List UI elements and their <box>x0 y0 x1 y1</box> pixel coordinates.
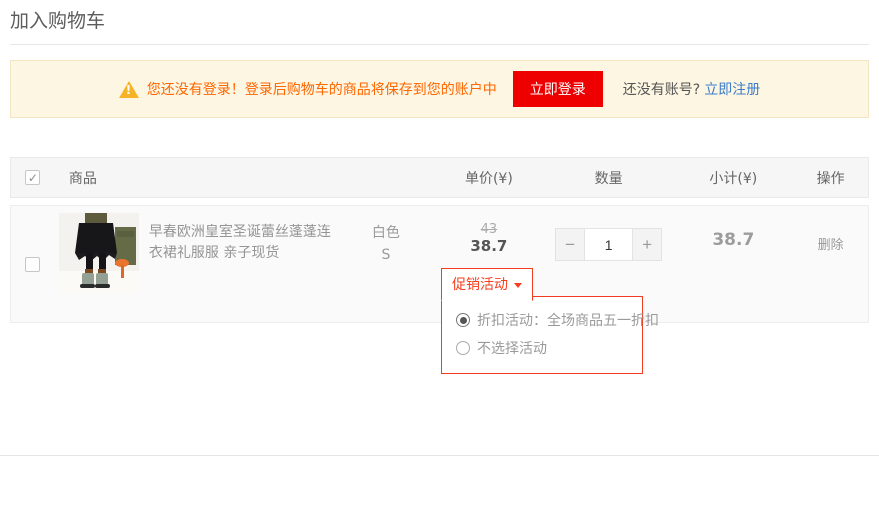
radio-selected-icon[interactable] <box>456 313 470 327</box>
login-now-button[interactable]: 立即登录 <box>513 71 603 107</box>
shopping-cart-page: 加入购物车 您还没有登录！登录后购物车的商品将保存到您的账户中 立即登录 还没有… <box>0 0 879 524</box>
quantity-input[interactable] <box>585 228 632 261</box>
header-product: 商品 <box>69 168 97 188</box>
promotion-label: 促销活动 <box>452 274 508 294</box>
quantity-decrease-button[interactable]: − <box>555 228 585 261</box>
page-title: 加入购物车 <box>10 6 105 33</box>
original-price: 43 <box>434 222 544 237</box>
product-image-graphic <box>59 213 139 293</box>
item-checkbox[interactable]: ✓ <box>25 257 40 272</box>
promotion-dropdown-toggle[interactable]: 促销活动 <box>441 268 533 301</box>
product-title[interactable]: 早春欧洲皇室圣诞蕾丝蓬蓬连衣裙礼服服 亲子现货 <box>149 222 341 264</box>
current-price: 38.7 <box>434 237 544 255</box>
cart-table-header: ✓ 商品 单价(¥) 数量 小计(¥) 操作 <box>10 157 869 198</box>
header-subtotal: 小计(¥) <box>673 168 793 188</box>
quantity-increase-button[interactable]: + <box>632 228 662 261</box>
promotion-option-discount[interactable]: 折扣活动：全场商品五一折扣 <box>456 310 628 330</box>
item-delete-link[interactable]: 删除 <box>818 234 844 253</box>
cart-footer-bar: ✓ 全选 删除 清除失效商品 已选商品 0 件 合计(不含运费): 0.00¥ … <box>0 455 879 524</box>
no-account-text: 还没有账号? <box>623 79 700 99</box>
product-image[interactable] <box>59 213 139 293</box>
promotion-panel: 折扣活动：全场商品五一折扣 不选择活动 <box>441 296 643 374</box>
header-unit-price: 单价(¥) <box>434 168 544 188</box>
login-warning-text: 您还没有登录！登录后购物车的商品将保存到您的账户中 <box>147 79 497 99</box>
promotion-dropdown: 促销活动 折扣活动：全场商品五一折扣 不选择活动 <box>441 268 533 301</box>
header-quantity: 数量 <box>544 168 674 188</box>
radio-unselected-icon[interactable] <box>456 341 470 355</box>
item-subtotal: 38.7 <box>673 230 793 250</box>
cart-item-row: ✓ <box>10 205 869 323</box>
quantity-stepper: − + <box>555 228 662 261</box>
register-now-link[interactable]: 立即注册 <box>704 79 760 99</box>
login-warning-banner: 您还没有登录！登录后购物车的商品将保存到您的账户中 立即登录 还没有账号? 立即… <box>10 60 869 118</box>
title-divider <box>10 44 869 45</box>
header-select-all-checkbox[interactable]: ✓ <box>25 170 40 185</box>
header-action: 操作 <box>793 168 868 188</box>
promotion-option-label: 折扣活动：全场商品五一折扣 <box>477 310 659 330</box>
product-color: 白色 <box>341 222 431 244</box>
promotion-option-label: 不选择活动 <box>477 338 547 358</box>
chevron-down-icon <box>514 283 522 288</box>
promotion-option-none[interactable]: 不选择活动 <box>456 338 628 358</box>
product-size: S <box>341 244 431 266</box>
product-variant: 白色 S <box>341 222 431 266</box>
warning-icon <box>119 81 139 98</box>
